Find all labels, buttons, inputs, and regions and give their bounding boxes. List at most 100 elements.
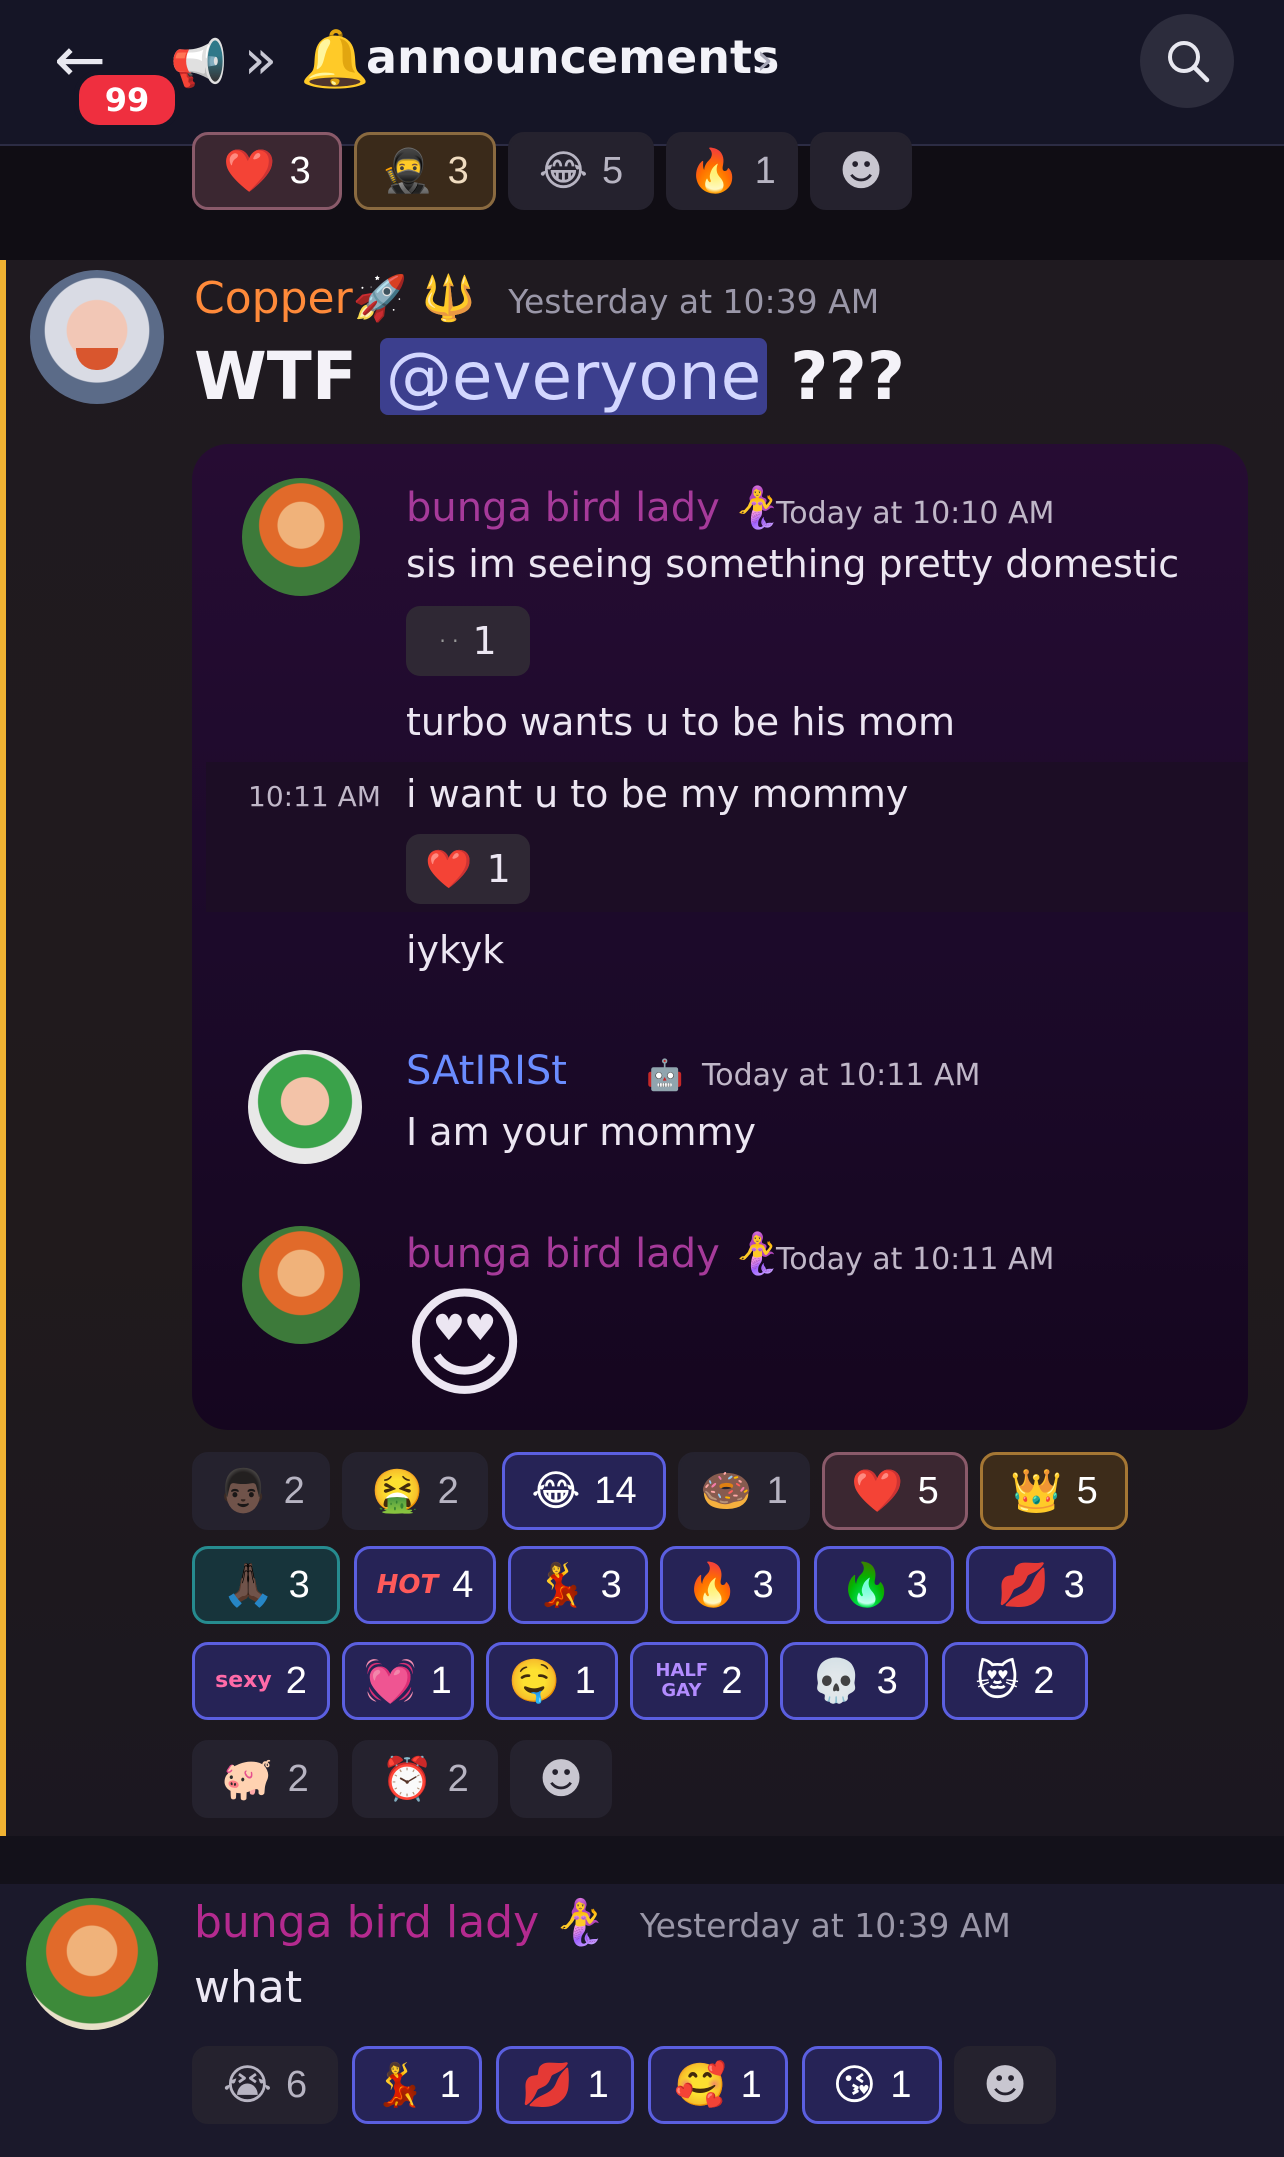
reaction-chip[interactable]: 🙏🏿 3 [192,1546,340,1624]
embed-reaction: · · 1 [406,606,530,676]
add-reaction-icon: ☻ [539,1754,583,1803]
reaction-chip[interactable]: ❤️ 5 [822,1452,968,1530]
reaction-count: 1 [587,2063,609,2106]
embed-line: iykyk [406,928,505,972]
reaction-emoji: 😭 [222,2060,272,2109]
reaction-emoji: 😘 [832,2060,877,2109]
reaction-chip[interactable]: 😂 14 [502,1452,666,1530]
reaction-chip[interactable]: ❤️ 3 [192,132,342,210]
reaction-count: 1 [754,149,776,192]
bell-icon: 🔔 [300,27,370,92]
reaction-emoji: 🔥 [688,146,741,195]
reaction-count: 3 [1063,1563,1085,1606]
search-button[interactable] [1140,14,1234,108]
reaction-emoji: 🥷 [381,146,434,195]
reaction-count: 1 [439,2063,461,2106]
reaction-count: 5 [601,149,624,192]
embed-reaction-count: 1 [472,619,497,663]
reaction-chip[interactable]: 🔥 3 [660,1546,800,1624]
reaction-emoji: HOT [376,1570,439,1600]
reaction-chip[interactable]: 💓 1 [342,1642,474,1720]
reaction-count: 3 [752,1563,774,1606]
reaction-count: 5 [917,1469,939,1512]
embed-hover-time: 10:11 AM [248,780,381,813]
heart-eyes-icon: 😍 [402,1275,528,1414]
embed-author: bunga bird lady 🧜‍♀️ [406,485,783,531]
reaction-chip[interactable]: 👑 5 [980,1452,1128,1530]
reaction-chip[interactable]: 😻 2 [942,1642,1088,1720]
message-text: what [194,1962,303,2013]
author-name: bunga bird lady 🧜‍♀️ [194,1897,608,1948]
reaction-count: 2 [721,1659,743,1702]
reaction-chip[interactable]: 👨🏿 2 [192,1452,330,1530]
message-author[interactable]: bunga bird lady 🧜‍♀️ Yesterday at 10:39 … [194,1896,1011,1948]
reaction-chip[interactable]: ⏰ 2 [352,1740,498,1818]
add-reaction-button[interactable]: ☻ [810,132,912,210]
reaction-chip[interactable]: 🔥 3 [814,1546,954,1624]
reaction-chip[interactable]: HOT 4 [354,1546,496,1624]
reaction-count: 1 [890,2063,912,2106]
message-timestamp: Yesterday at 10:39 AM [508,282,880,321]
embedded-image[interactable]: bunga bird lady 🧜‍♀️ Today at 10:10 AM s… [192,444,1248,1430]
reaction-count: 14 [594,1469,637,1512]
reaction-chip[interactable]: HALF GAY 2 [630,1642,768,1720]
embed-author: SAtIRISt [406,1048,567,1094]
reaction-emoji: ❤️ [851,1466,904,1515]
everyone-mention[interactable]: @everyone [379,338,768,415]
reaction-count: 6 [285,2063,308,2106]
reaction-chip[interactable]: 😘 1 [802,2046,942,2124]
reaction-chip[interactable]: 💋 3 [966,1546,1116,1624]
chevron-right-icon[interactable]: › [756,34,774,85]
channel-title[interactable]: announcements [366,30,779,84]
message-author[interactable]: Copper🚀 🔱 Yesterday at 10:39 AM [194,272,879,324]
previous-message-reactions: ❤️ 3 🥷 3 😂 5 🔥 1 ☻ [0,132,1284,260]
reaction-chip[interactable]: 💋 1 [496,2046,634,2124]
reaction-chip[interactable]: 🥷 3 [354,132,496,210]
add-reaction-icon: ☻ [983,2060,1027,2109]
reaction-chip[interactable]: 🤮 2 [342,1452,488,1530]
reaction-emoji: 👑 [1010,1466,1063,1515]
reaction-chip[interactable]: 🔥 1 [666,132,798,210]
reaction-emoji: 💀 [810,1656,863,1705]
author-name: Copper🚀 🔱 [194,273,477,324]
reaction-chip[interactable]: 🍩 1 [678,1452,810,1530]
avatar[interactable] [30,270,164,404]
embed-timestamp: Today at 10:10 AM [776,496,1055,531]
reaction-count: 1 [740,2063,762,2106]
add-reaction-button[interactable]: ☻ [510,1740,612,1818]
avatar[interactable] [26,1898,158,2030]
reaction-emoji: HALF GAY [655,1660,709,1701]
add-reaction-button[interactable]: ☻ [954,2046,1056,2124]
reaction-chip[interactable]: 😭 6 [192,2046,338,2124]
embed-reaction-count: 1 [486,847,511,891]
embed-line: turbo wants u to be his mom [406,700,956,744]
reaction-emoji: 🔥 [840,1560,893,1609]
embed-line: sis im seeing something pretty domestic [406,542,1180,586]
reaction-emoji: 🤮 [371,1466,424,1515]
embed-line: i want u to be my mommy [406,772,909,816]
reaction-emoji: 🍩 [700,1466,753,1515]
reaction-emoji: 😻 [975,1656,1020,1705]
reaction-chip[interactable]: 💃 1 [352,2046,482,2124]
reaction-emoji: ⏰ [381,1754,434,1803]
reaction-count: 3 [447,149,469,192]
reaction-chip[interactable]: 💃 3 [508,1546,648,1624]
message-timestamp: Yesterday at 10:39 AM [639,1906,1011,1945]
reaction-chip[interactable]: sexy 2 [192,1642,330,1720]
message-text: WTF @everyone ??? [194,338,905,415]
message-divider [0,1836,1284,1884]
reaction-chip[interactable]: 🤤 1 [486,1642,618,1720]
reaction-chip[interactable]: 💀 3 [780,1642,928,1720]
reaction-count: 2 [1033,1659,1055,1702]
reaction-emoji: 💓 [364,1656,417,1705]
embed-timestamp: Today at 10:11 AM [702,1058,981,1093]
reaction-chip[interactable]: 🐖 2 [192,1740,338,1818]
reaction-count: 2 [287,1757,309,1800]
channel-header: ← 99 📢 » 🔔 announcements › [0,0,1284,146]
reaction-emoji: 🔥 [686,1560,739,1609]
reaction-count: 2 [447,1757,469,1800]
reaction-count: 3 [876,1659,898,1702]
reaction-chip[interactable]: 😂 5 [508,132,654,210]
reaction-chip[interactable]: 🥰 1 [648,2046,788,2124]
megaphone-icon: 📢 [170,36,228,90]
